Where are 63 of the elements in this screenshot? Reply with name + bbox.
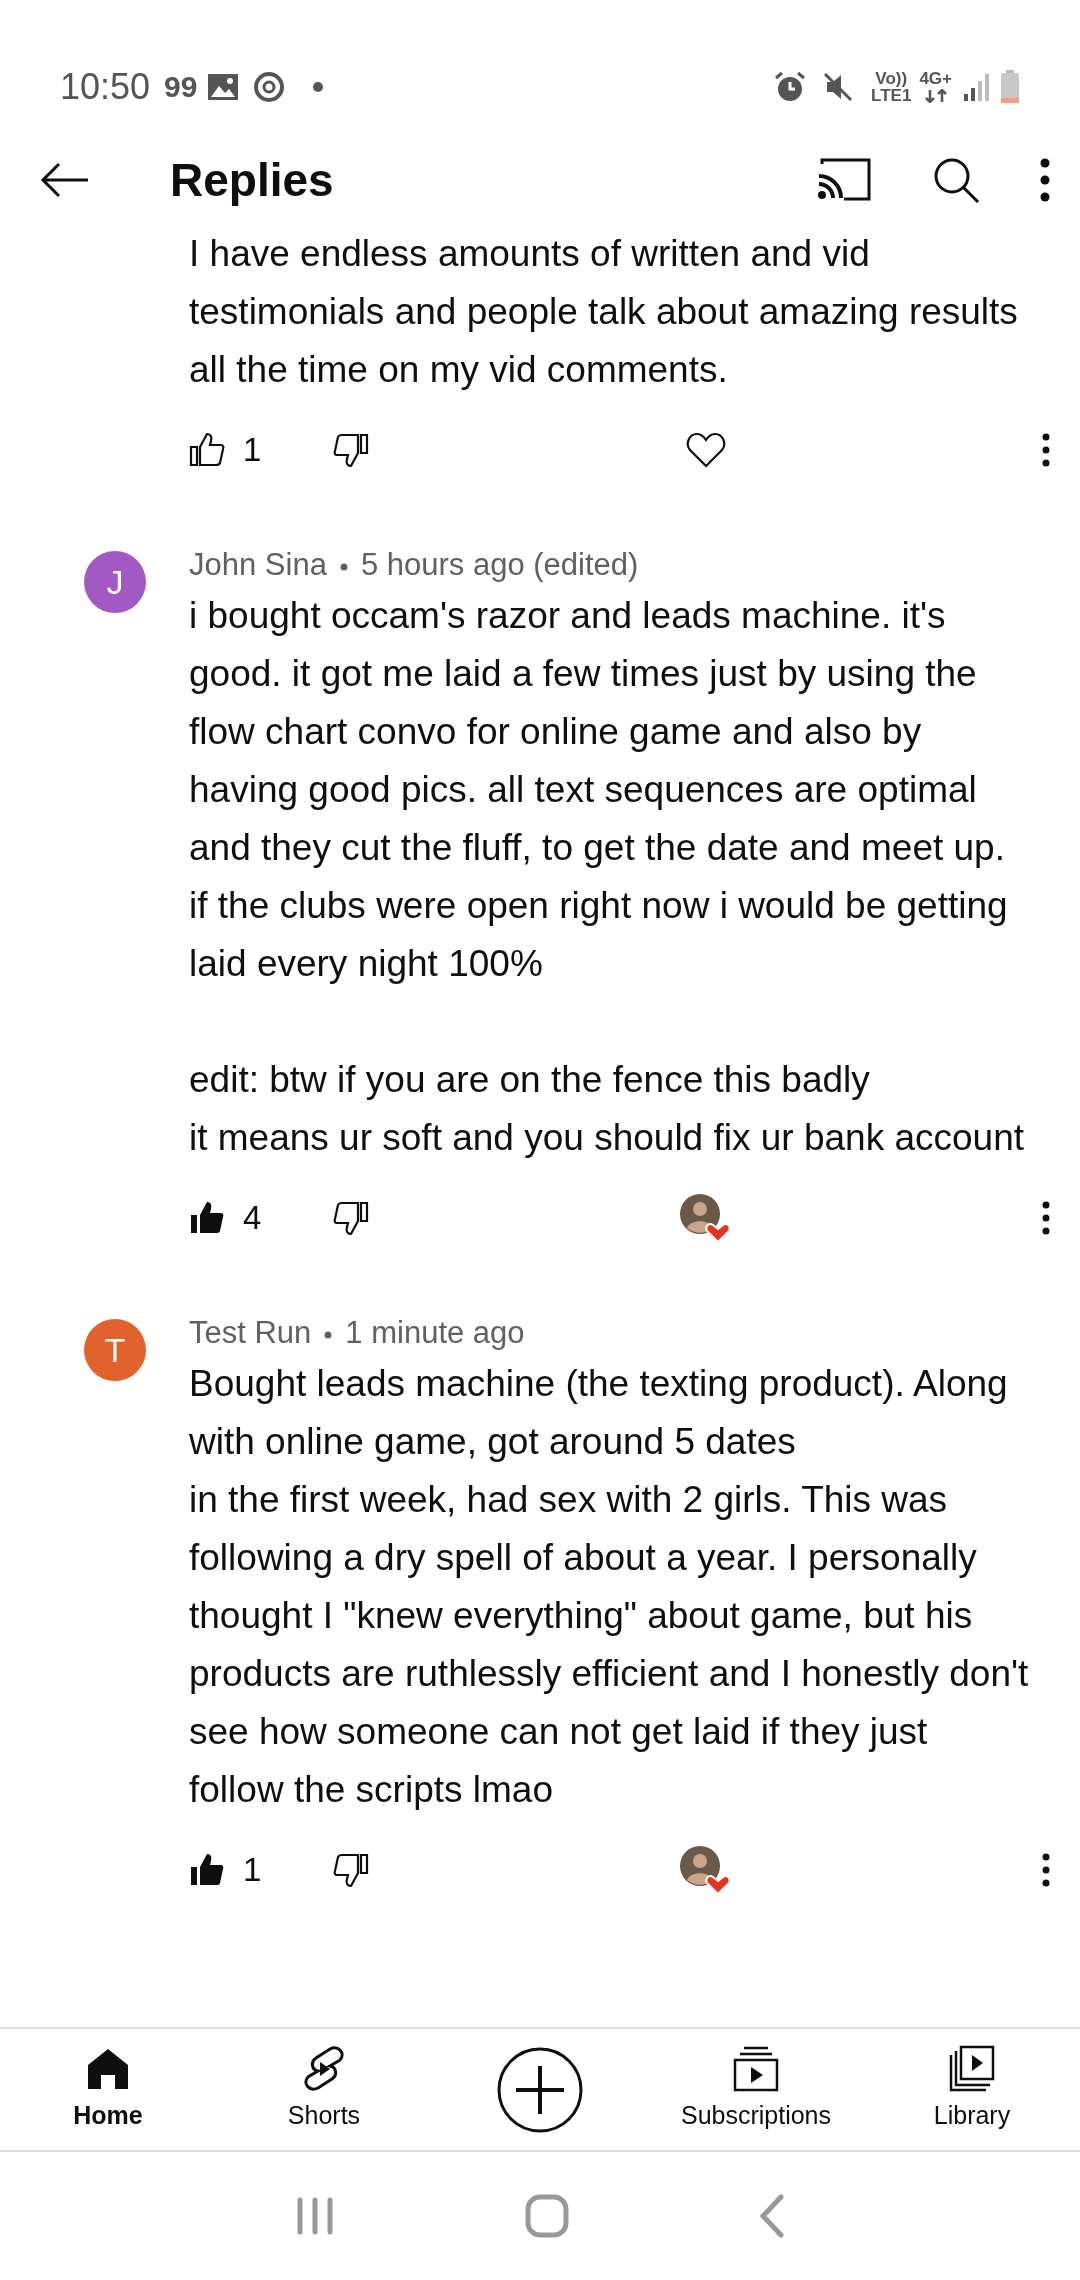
thumbs-down-icon <box>333 1852 369 1888</box>
data-arrows-icon <box>923 89 948 103</box>
dislike-button[interactable] <box>333 1200 369 1236</box>
more-vertical-icon <box>1042 1201 1050 1235</box>
separator-dot-icon <box>323 1329 334 1340</box>
battery-icon <box>1000 69 1020 104</box>
more-vertical-icon <box>1040 158 1050 202</box>
nav-tab[interactable]: Shorts <box>216 2044 432 2135</box>
comment-menu-button[interactable] <box>1042 1201 1050 1235</box>
nav-tab[interactable]: Subscriptions <box>648 2044 864 2135</box>
search-icon <box>932 156 980 204</box>
comment-text: Bought leads machine (the texting product). Along with online game, got around 5 dates in the first week, had sex with 2 girls. This was following a dry spell of about a year. I personally thought I "knew everything" about game, but his products are ruthlessly efficient and I honestly don't see how someone can not get laid if they just follow the scripts lmao <box>189 1362 1030 1812</box>
like-count: 1 <box>243 430 263 471</box>
recent-apps-icon <box>295 2197 335 2235</box>
network-label: 4G+ <box>919 69 952 87</box>
heart-button[interactable] <box>685 432 726 468</box>
alarm-icon <box>773 69 808 104</box>
back-chevron-icon <box>759 2194 785 2238</box>
sync-icon <box>253 70 286 103</box>
page-title: Replies <box>170 152 335 208</box>
nav-tab[interactable]: Home <box>0 2044 216 2135</box>
comment-text: I have endless amounts of written and vid testimonials and people talk about amazing results all the time on my vid comments. <box>189 232 1019 392</box>
author-name[interactable]: Test Run <box>189 1315 312 1350</box>
thumbs-down-icon <box>333 1200 369 1236</box>
comment-time: 5 hours ago (edited) <box>360 547 639 582</box>
like-button[interactable] <box>189 1852 225 1888</box>
comment-time: 1 minute ago <box>345 1315 525 1350</box>
like-count: 1 <box>243 1850 263 1891</box>
home-outline-icon <box>525 2194 569 2238</box>
recent-apps-button[interactable] <box>295 2197 335 2235</box>
like-count: 4 <box>243 1198 263 1239</box>
comment-menu-button[interactable] <box>1042 1853 1050 1887</box>
like-button[interactable] <box>189 432 225 468</box>
volte-label: Vo)) <box>874 69 909 87</box>
comment-text: i bought occam's razor and leads machine. it's good. it got me laid a few times just by using the flow chart convo for online game and also by having good pics. all text sequences are optimal and they cut the fluff, to get the date and meet up. if the clubs were open right now i would be getting laid every night 100% edit: btw if you are on the fence this badly it means ur soft and you should fix ur bank account <box>189 594 1026 1160</box>
thumbs-down-icon <box>333 432 369 468</box>
cast-icon <box>816 158 872 202</box>
notification-count: 99 <box>164 69 198 105</box>
back-arrow-icon <box>40 162 90 198</box>
dislike-button[interactable] <box>333 1852 369 1888</box>
thumbs-up-icon <box>189 1852 225 1888</box>
separator-dot-icon <box>338 561 349 572</box>
thumbs-up-icon <box>189 432 225 468</box>
image-icon <box>207 72 240 101</box>
more-vertical-icon <box>1042 1853 1050 1887</box>
comment-menu-button[interactable] <box>1042 433 1050 467</box>
library-icon <box>948 2044 996 2093</box>
user-avatar[interactable]: J <box>84 551 146 613</box>
home-system-button[interactable] <box>525 2194 569 2238</box>
signal-icon <box>962 71 992 102</box>
heart-icon <box>685 432 726 468</box>
plus-circle-icon <box>496 2045 584 2134</box>
dot-icon <box>313 81 324 92</box>
dislike-button[interactable] <box>333 432 369 468</box>
thumbs-up-icon <box>189 1200 225 1236</box>
back-system-button[interactable] <box>759 2194 785 2238</box>
nav-tab[interactable]: Library <box>864 2044 1080 2135</box>
subscriptions-icon <box>732 2044 780 2093</box>
author-name[interactable]: John Sina <box>189 547 327 582</box>
status-time: 10:50 <box>60 64 151 109</box>
like-button[interactable] <box>189 1200 225 1236</box>
more-vertical-icon <box>1042 433 1050 467</box>
lte-label: LTE1 <box>871 86 912 104</box>
